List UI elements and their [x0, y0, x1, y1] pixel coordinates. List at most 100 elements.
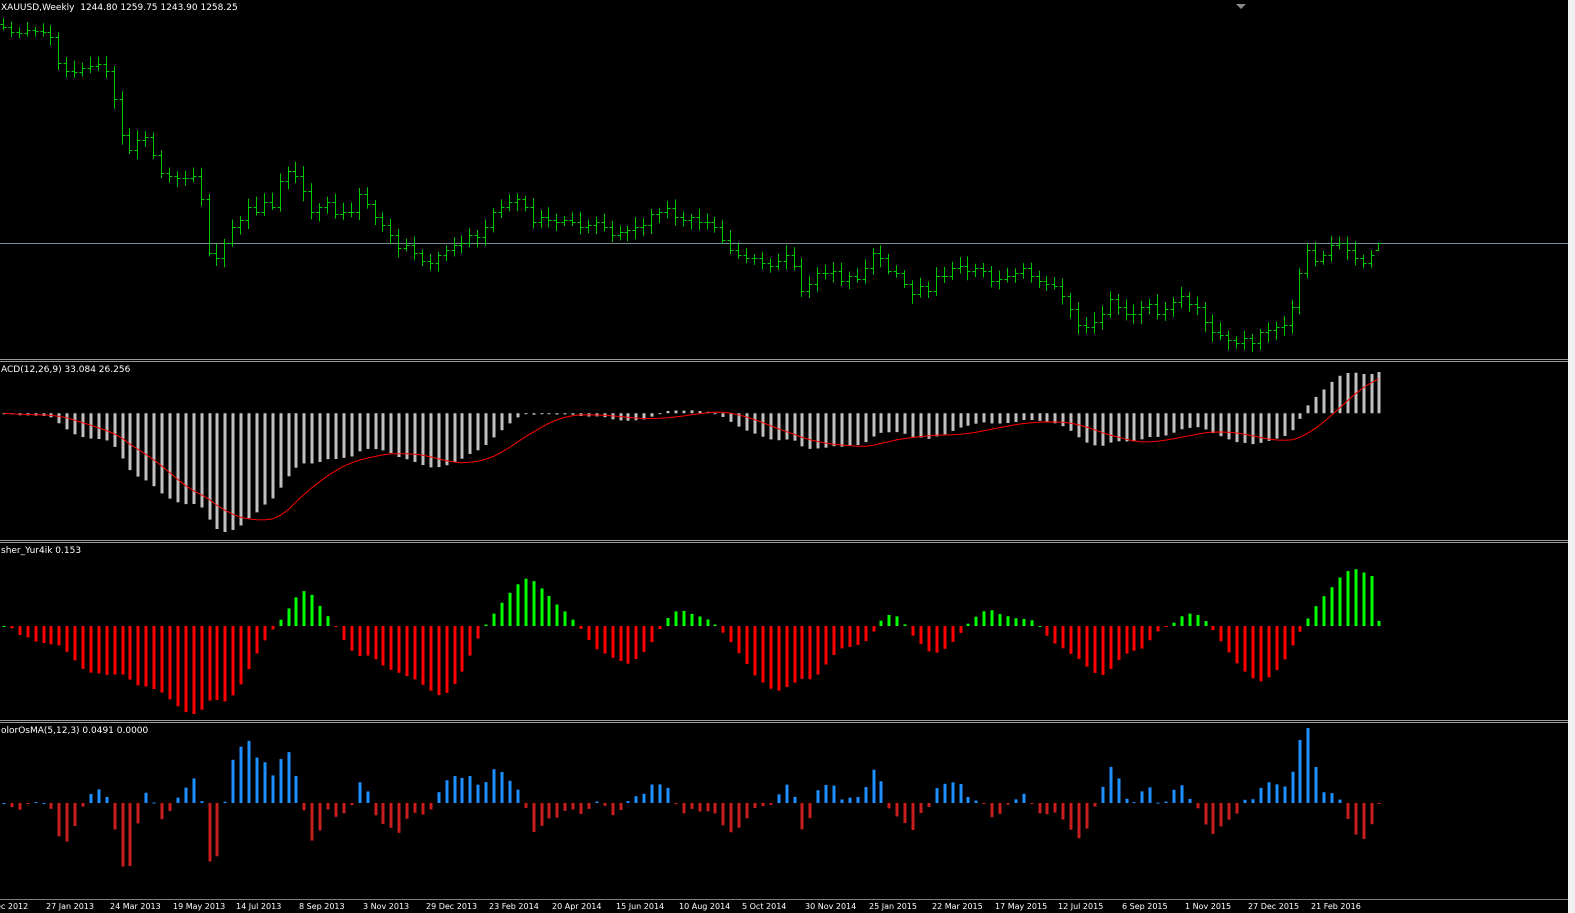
osma-bar	[698, 803, 702, 812]
fisher-bar	[113, 626, 117, 675]
macd-histogram-bar	[864, 413, 868, 443]
osma-bar	[1038, 803, 1042, 814]
osma-bar	[998, 803, 1002, 815]
fisher-bar	[1196, 615, 1200, 626]
fisher-bar	[136, 626, 140, 686]
osma-bar	[1101, 786, 1105, 803]
macd-histogram-bar	[682, 410, 686, 414]
osma-bar	[674, 803, 678, 805]
fisher-bar	[1053, 626, 1057, 644]
osma-bar	[42, 802, 46, 804]
fisher-bar	[745, 626, 749, 665]
macd-histogram-bar	[65, 413, 69, 430]
osma-bar	[856, 796, 860, 803]
macd-histogram-bar	[895, 413, 899, 433]
ohlc-bar	[957, 257, 964, 274]
ohlc-bar	[79, 62, 86, 77]
macd-histogram-bar	[500, 413, 504, 431]
osma-bar	[310, 803, 314, 841]
fisher-bar	[666, 618, 670, 626]
fisher-bar	[231, 626, 235, 696]
price-panel[interactable]: XAUUSD,Weekly 1244.80 1259.75 1243.90 12…	[0, 0, 1568, 359]
ohlc-bar	[964, 256, 971, 281]
ohlc-bar	[530, 198, 537, 229]
fisher-bar	[1014, 618, 1018, 626]
osma-bar	[816, 790, 820, 803]
macd-histogram-bar	[808, 413, 812, 449]
fisher-bar	[753, 626, 757, 676]
macd-histogram-bar	[840, 413, 844, 447]
ohlc-bar	[1289, 299, 1296, 334]
osma-bar	[184, 787, 188, 803]
ohlc-bar	[980, 262, 987, 278]
osma-bar	[943, 783, 947, 803]
osma-bar	[215, 803, 219, 857]
macd-panel[interactable]: ACD(12,26,9) 33.084 26.256	[0, 362, 1568, 540]
fisher-bar	[721, 626, 725, 633]
ohlc-bar	[372, 200, 379, 226]
fisher-bar	[421, 626, 425, 685]
time-axis-label: 25 Jan 2015	[869, 902, 917, 911]
macd-histogram-bar	[1172, 413, 1176, 433]
fisher-bar	[389, 626, 393, 670]
ohlc-bar	[838, 262, 845, 287]
ohlc-bar	[1020, 263, 1027, 279]
ohlc-bar	[1241, 330, 1248, 350]
osma-bar	[524, 803, 528, 808]
chart-shift-marker-icon[interactable]	[1236, 4, 1246, 9]
osma-panel[interactable]: olorOsMA(5,12,3) 0.0491 0.0000	[0, 723, 1568, 899]
osma-bar	[318, 803, 322, 831]
macd-histogram-bar	[1306, 405, 1310, 414]
osma-bar	[389, 803, 393, 828]
macd-histogram-bar	[231, 413, 235, 530]
fisher-bar	[65, 626, 69, 652]
fisher-panel[interactable]: sher_Yur4ik 0.153	[0, 543, 1568, 720]
fisher-bar	[919, 626, 923, 645]
ohlc-bar	[142, 131, 149, 147]
osma-bar	[1291, 771, 1295, 803]
osma-bar	[468, 775, 472, 803]
fisher-bar	[42, 626, 46, 644]
fisher-bar	[89, 626, 93, 673]
fisher-bar	[1259, 626, 1263, 682]
fisher-bar	[247, 626, 251, 670]
fisher-bar	[1172, 622, 1176, 626]
fisher-bar	[966, 623, 970, 626]
fisher-bar	[437, 626, 441, 696]
macd-histogram-bar	[879, 413, 883, 433]
osma-bar	[532, 803, 536, 832]
macd-histogram-bar	[848, 413, 852, 446]
fisher-bar	[1338, 577, 1342, 626]
ohlc-bar	[1304, 243, 1311, 279]
osma-bar	[239, 746, 243, 803]
time-axis-label: 27 Jan 2013	[46, 902, 94, 911]
macd-histogram-bar	[903, 413, 907, 434]
osma-bar	[587, 803, 591, 809]
macd-histogram-bar	[1125, 413, 1129, 442]
ohlc-bar	[158, 150, 165, 179]
macd-histogram-bar	[381, 413, 385, 451]
macd-histogram-bar	[144, 413, 148, 481]
macd-histogram-bar	[1235, 413, 1239, 443]
osma-bar	[374, 803, 378, 816]
ohlc-bar	[941, 267, 948, 284]
symbol-timeframe-label: XAUUSD,Weekly	[1, 3, 75, 13]
macd-histogram-bar	[516, 413, 520, 418]
ohlc-bar	[87, 56, 94, 74]
fisher-bar	[943, 626, 947, 649]
macd-histogram-bar	[1109, 413, 1113, 443]
macd-histogram-bar	[1038, 413, 1042, 421]
osma-bar	[1109, 766, 1113, 803]
osma-bar	[247, 740, 251, 803]
ohlc-bar	[443, 245, 450, 261]
fisher-bar	[168, 626, 172, 700]
fisher-bar	[152, 626, 156, 690]
macd-histogram-bar	[1251, 413, 1255, 445]
time-axis-label: 19 May 2013	[173, 902, 226, 911]
osma-bar	[1370, 803, 1374, 825]
ohlc-bar	[8, 21, 15, 37]
fisher-bar	[57, 626, 61, 646]
ohlc-bar	[1368, 250, 1375, 268]
ohlc-bar	[538, 210, 545, 229]
fisher-bar	[579, 626, 583, 629]
